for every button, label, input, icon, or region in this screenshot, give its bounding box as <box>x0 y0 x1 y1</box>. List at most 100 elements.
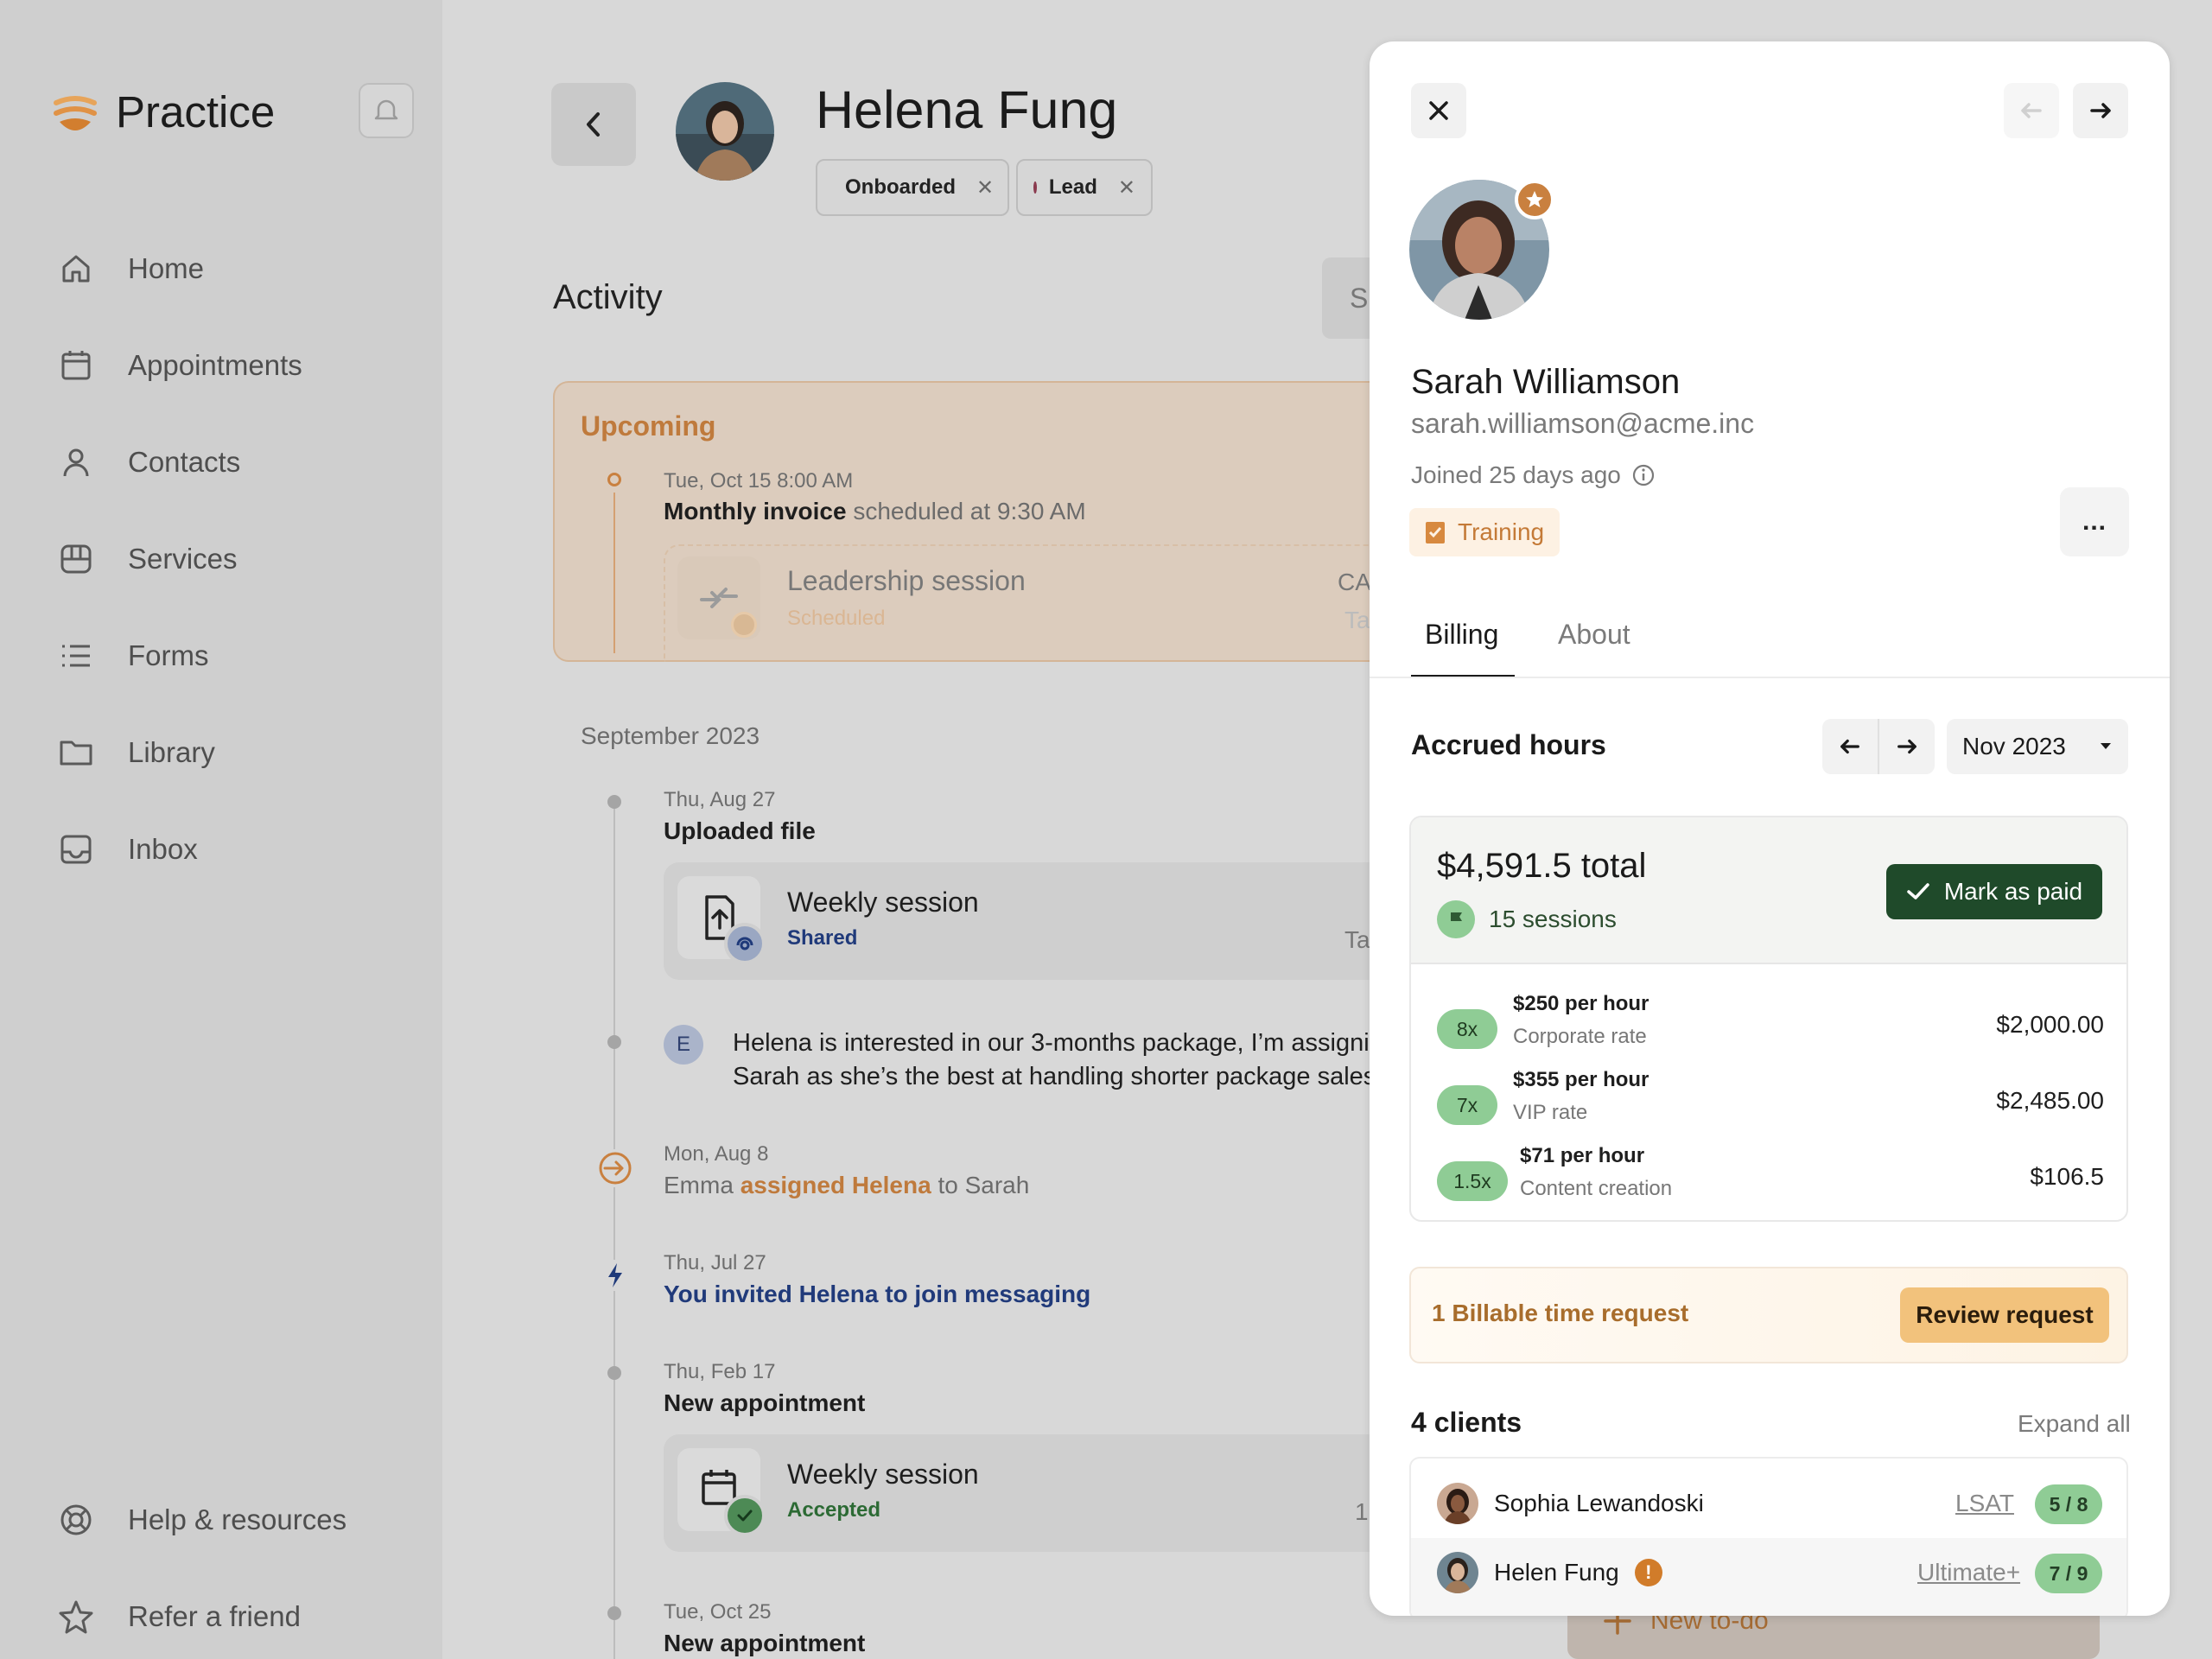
client-progress: 5 / 8 <box>2035 1484 2102 1524</box>
expand-all-link[interactable]: Expand all <box>2018 1410 2131 1438</box>
event-text: Uploaded file <box>664 817 816 844</box>
sidebar-item-home[interactable]: Home <box>57 243 204 295</box>
lifebuoy-icon <box>60 1504 92 1535</box>
card-title: Leadership session <box>787 565 1026 596</box>
timeline-dot <box>607 1606 621 1620</box>
app-name: Practice <box>116 87 276 137</box>
file-card[interactable] <box>664 862 1382 980</box>
tag-lead[interactable]: Lead ✕ <box>1016 159 1153 216</box>
sidebar-item-help[interactable]: Help & resources <box>57 1494 346 1546</box>
close-button[interactable] <box>1411 83 1466 138</box>
rate-title: $355 per hour <box>1513 1068 1649 1091</box>
comment-text: Helena is interested in our 3-months pac… <box>733 1029 1397 1090</box>
event-text: New appointment <box>664 1630 866 1656</box>
services-icon <box>60 544 92 574</box>
arrow-left-icon <box>2021 103 2042 118</box>
calendar-icon <box>61 351 91 380</box>
client-row[interactable]: Sophia Lewandoski LSAT 5 / 8 <box>1411 1459 2126 1536</box>
review-request-button[interactable]: Review request <box>1900 1287 2109 1343</box>
rate-description: VIP rate <box>1513 1101 1588 1124</box>
back-button[interactable] <box>551 83 636 166</box>
appointment-card[interactable] <box>664 1434 1382 1552</box>
check-icon <box>737 1510 753 1522</box>
tab-billing[interactable]: Billing <box>1425 619 1498 651</box>
billing-summary-card: $4,591.5 total 15 sessions Mark as paid … <box>1409 816 2128 1222</box>
next-month-button[interactable] <box>1879 719 1935 774</box>
scheduled-card[interactable] <box>664 544 1382 662</box>
client-name: Sophia Lewandoski <box>1494 1490 1704 1516</box>
profile-email[interactable]: sarah.williamson@acme.inc <box>1411 408 1754 440</box>
list-icon <box>62 645 90 667</box>
event-date: Tue, Oct 15 8:00 AM <box>664 469 854 493</box>
profile-name: Sarah Williamson <box>1411 363 1681 401</box>
info-icon[interactable] <box>1631 463 1656 487</box>
sidebar-item-library[interactable]: Library <box>57 727 215 779</box>
rate-description: Content creation <box>1520 1177 1673 1200</box>
share-icon <box>736 937 753 950</box>
accepted-badge <box>724 1495 766 1536</box>
rate-description: Corporate rate <box>1513 1025 1647 1048</box>
activity-title: Activity <box>553 278 663 316</box>
rate-row: 1.5x $71 per hour Content creation $106.… <box>1437 1144 2104 1213</box>
sidebar-item-appointments[interactable]: Appointments <box>57 340 302 391</box>
clients-title: 4 clients <box>1411 1407 1522 1438</box>
month-select[interactable]: Nov 2023 <box>1947 719 2128 774</box>
tag-onboarded[interactable]: Onboarded ✕ <box>816 159 1009 216</box>
client-plan-link[interactable]: Ultimate+ <box>1917 1559 2020 1586</box>
event-text[interactable]: You invited Helena to join messaging <box>664 1281 1090 1308</box>
clipboard-check-icon <box>1426 522 1445 543</box>
sidebar-item-contacts[interactable]: Contacts <box>57 436 240 488</box>
client-progress: 7 / 9 <box>2035 1554 2102 1593</box>
rate-amount: $2,000.00 <box>1996 1011 2104 1038</box>
event-text: New appointment <box>664 1389 866 1416</box>
home-icon <box>62 255 90 283</box>
mark-as-paid-button[interactable]: Mark as paid <box>1886 864 2102 919</box>
timeline-line <box>613 795 615 1659</box>
user-icon <box>63 448 89 477</box>
sidebar-item-refer[interactable]: Refer a friend <box>57 1591 301 1643</box>
timeline-dot <box>607 1035 621 1049</box>
clients-list: Sophia Lewandoski LSAT 5 / 8 Helen Fung … <box>1409 1457 2128 1616</box>
contact-avatar <box>676 82 774 181</box>
sidebar-item-forms[interactable]: Forms <box>57 630 209 682</box>
rate-row: 7x $355 per hour VIP rate $2,485.00 <box>1437 1068 2104 1137</box>
sidebar-item-services[interactable]: Services <box>57 533 238 585</box>
inbox-icon <box>60 835 92 864</box>
folder-icon <box>60 741 92 766</box>
bolt-icon <box>608 1263 622 1287</box>
rate-title: $250 per hour <box>1513 992 1649 1015</box>
favorite-star-badge <box>1515 180 1554 219</box>
remove-tag-icon[interactable]: ✕ <box>1118 175 1135 200</box>
notifications-button[interactable] <box>359 83 414 138</box>
billable-request-banner: 1 Billable time request Review request <box>1409 1267 2128 1363</box>
previous-month-button[interactable] <box>1822 719 1879 774</box>
card-status: Shared <box>787 926 858 950</box>
activity-search-input[interactable]: S <box>1322 257 1374 339</box>
timeline-dot <box>607 1366 621 1380</box>
event-date: Thu, Aug 27 <box>664 788 776 811</box>
bell-icon <box>374 99 398 120</box>
card-title: Weekly session <box>787 1459 979 1490</box>
more-options-button[interactable]: ... <box>2060 487 2129 556</box>
tag-color-dot <box>1033 181 1037 194</box>
app-logo[interactable]: Practice <box>54 86 275 137</box>
next-button[interactable] <box>2073 83 2128 138</box>
rate-multiplier: 8x <box>1437 1009 1497 1049</box>
sessions-count: 15 sessions <box>1437 900 1617 938</box>
card-right-text: Ta <box>1344 926 1370 953</box>
previous-button[interactable] <box>2004 83 2059 138</box>
rate-amount: $106.5 <box>2030 1163 2104 1190</box>
rate-multiplier: 7x <box>1437 1085 1497 1125</box>
tab-about[interactable]: About <box>1558 619 1630 651</box>
billable-request-text: 1 Billable time request <box>1432 1300 1689 1326</box>
tag-label: Onboarded <box>845 175 957 199</box>
card-status: Scheduled <box>787 607 886 630</box>
sidebar: Practice Home Appointments Contacts Serv… <box>0 0 442 1659</box>
client-row[interactable]: Helen Fung ! Ultimate+ 7 / 9 <box>1411 1538 2126 1616</box>
logo-icon <box>54 95 97 130</box>
client-plan-link[interactable]: LSAT <box>1955 1490 2014 1517</box>
sidebar-item-inbox[interactable]: Inbox <box>57 823 198 875</box>
contact-name: Helena Fung <box>816 80 1118 139</box>
rate-amount: $2,485.00 <box>1996 1087 2104 1114</box>
remove-tag-icon[interactable]: ✕ <box>976 175 994 200</box>
